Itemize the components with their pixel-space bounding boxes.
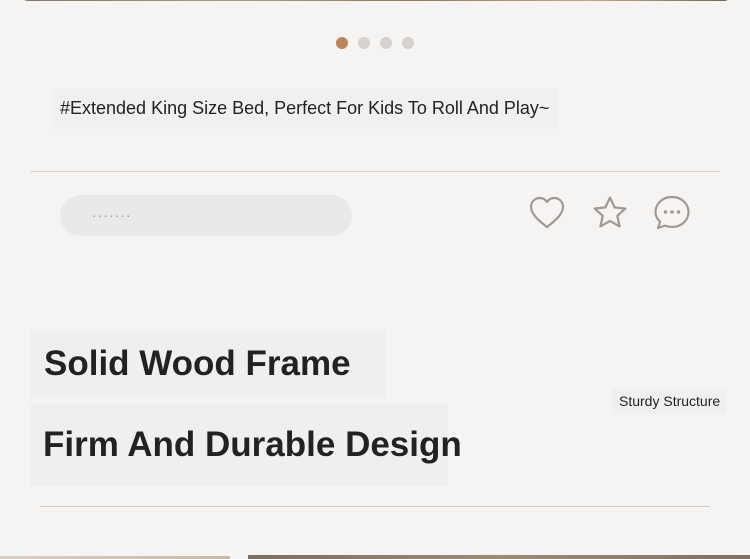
product-image-top	[20, 0, 732, 1]
section-divider	[30, 171, 720, 172]
carousel-dot-1[interactable]	[336, 37, 348, 49]
carousel-dot-3[interactable]	[380, 37, 392, 49]
carousel-dot-2[interactable]	[358, 37, 370, 49]
heart-icon[interactable]	[528, 194, 566, 232]
feature-title-line-2: Firm And Durable Design	[30, 404, 462, 486]
star-icon[interactable]	[591, 194, 629, 232]
section-divider-bottom	[40, 506, 710, 507]
action-bar	[528, 194, 692, 232]
carousel-dot-4[interactable]	[402, 37, 414, 49]
chat-icon[interactable]	[653, 194, 691, 232]
post-hashtag: #Extended King Size Bed, Perfect For Kid…	[52, 88, 558, 129]
comment-input[interactable]: ·······	[60, 195, 352, 236]
carousel-indicators	[336, 37, 414, 49]
feature-subtitle: Sturdy Structure	[612, 389, 728, 415]
next-image-right	[248, 555, 750, 559]
feature-title-line-1: Solid Wood Frame	[30, 329, 386, 399]
